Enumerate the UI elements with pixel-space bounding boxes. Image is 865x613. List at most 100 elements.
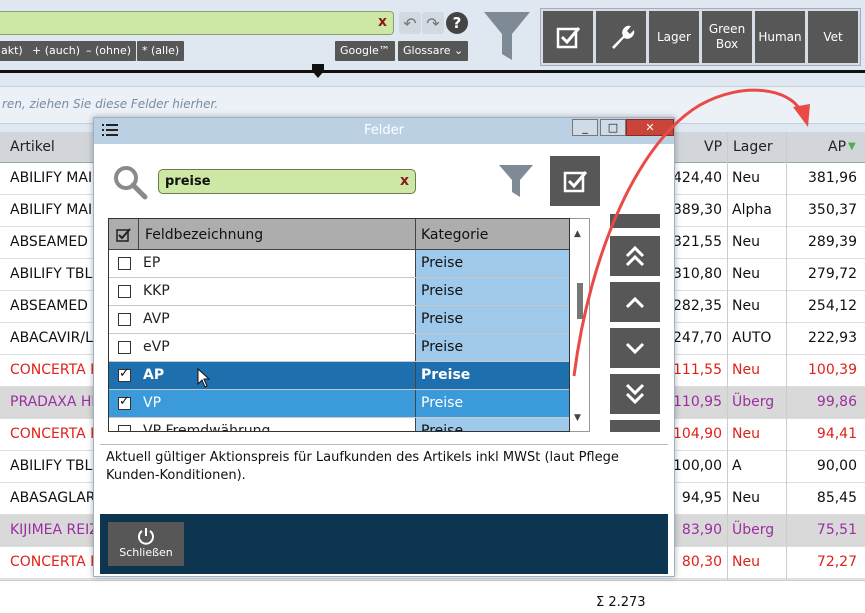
field-list: Feldbezeichnung Kategorie EP Preise KKP Pre… bbox=[108, 218, 570, 432]
move-last-button[interactable] bbox=[610, 374, 660, 414]
field-checkbox[interactable] bbox=[118, 366, 131, 382]
clear-search-icon[interactable]: x bbox=[378, 14, 387, 30]
field-description: Aktuell gültiger Aktionspreis für Laufku… bbox=[100, 444, 668, 512]
field-category: Preise bbox=[421, 283, 464, 299]
fields-dialog: Felder _ □ ✕ preise x Feldbezeichnung Ka… bbox=[93, 117, 675, 577]
field-checkbox[interactable] bbox=[118, 394, 131, 410]
list-item[interactable]: AP Preise bbox=[109, 362, 569, 390]
scroll-up-icon[interactable]: ▲ bbox=[574, 229, 581, 239]
field-checkbox[interactable] bbox=[118, 257, 131, 270]
field-checkbox[interactable] bbox=[118, 341, 131, 354]
field-checkbox[interactable] bbox=[118, 425, 131, 431]
close-icon[interactable]: ✕ bbox=[626, 119, 674, 136]
redo-icon[interactable]: ↷ bbox=[422, 12, 444, 34]
field-search-input[interactable]: preise x bbox=[158, 169, 416, 194]
double-chevron-up-icon bbox=[625, 245, 645, 267]
cell-lager: AUTO bbox=[732, 330, 772, 346]
glossare-button[interactable]: Glossare ⌄ bbox=[398, 41, 469, 61]
dialog-titlebar[interactable]: Felder _ □ ✕ bbox=[94, 118, 674, 144]
column-divider bbox=[727, 132, 728, 580]
move-top-button[interactable] bbox=[610, 214, 660, 228]
checkbox-icon bbox=[556, 27, 581, 49]
slider-thumb[interactable] bbox=[312, 64, 324, 78]
list-item[interactable]: EP Preise bbox=[109, 250, 569, 278]
field-checkbox[interactable] bbox=[118, 285, 131, 298]
cell-ap: 85,45 bbox=[816, 490, 857, 506]
green-box-button[interactable]: Green Box bbox=[702, 11, 752, 63]
field-category-cell: Preise bbox=[415, 250, 569, 277]
cell-artikel: CONCERTA RE bbox=[10, 554, 98, 570]
mouse-cursor-icon bbox=[197, 368, 211, 388]
chip-aktuell[interactable]: akt) bbox=[0, 41, 28, 61]
move-bottom-button[interactable] bbox=[610, 420, 660, 432]
field-checkbox[interactable] bbox=[118, 313, 131, 326]
cell-vp: 100,00 bbox=[673, 458, 722, 474]
column-header-kategorie[interactable]: Kategorie bbox=[421, 227, 488, 243]
list-item[interactable]: VP Preise bbox=[109, 390, 569, 418]
undo-icon[interactable]: ↶ bbox=[399, 12, 421, 34]
select-all-button[interactable] bbox=[550, 156, 600, 206]
maximize-icon[interactable]: □ bbox=[600, 119, 626, 136]
main-search-input[interactable]: x bbox=[0, 11, 394, 35]
chip-auch[interactable]: + (auch) bbox=[27, 41, 86, 61]
cell-vp: 247,70 bbox=[673, 330, 722, 346]
chip-alle[interactable]: * (alle) bbox=[137, 41, 185, 61]
cell-artikel: CONCERTA RE bbox=[10, 426, 98, 442]
column-header-vp[interactable]: VP bbox=[704, 139, 722, 155]
list-item[interactable]: AVP Preise bbox=[109, 306, 569, 334]
filter-funnel-icon[interactable] bbox=[498, 164, 534, 198]
cell-ap: 222,93 bbox=[808, 330, 857, 346]
list-item[interactable]: KKP Preise bbox=[109, 278, 569, 306]
chevron-down-icon bbox=[625, 342, 645, 355]
move-up-button[interactable] bbox=[610, 282, 660, 322]
chip-ohne[interactable]: – (ohne) bbox=[81, 41, 137, 61]
field-category: Preise bbox=[421, 423, 464, 432]
check-all-button[interactable] bbox=[543, 11, 593, 63]
cell-vp: 111,55 bbox=[673, 362, 722, 378]
cell-artikel: CONCERTA RE bbox=[10, 362, 98, 378]
field-name: VP Fremdwährung bbox=[143, 423, 271, 432]
list-item[interactable]: eVP Preise bbox=[109, 334, 569, 362]
filter-funnel-icon[interactable] bbox=[482, 10, 532, 62]
power-icon bbox=[138, 528, 154, 545]
field-list-scrollbar[interactable]: ▲ ▼ bbox=[570, 218, 590, 432]
tools-button[interactable] bbox=[596, 11, 646, 63]
clear-field-search-icon[interactable]: x bbox=[400, 173, 409, 189]
cell-lager: Neu bbox=[732, 490, 760, 506]
field-category: Preise bbox=[421, 255, 464, 271]
close-button[interactable]: Schließen bbox=[108, 522, 184, 566]
cell-vp: 94,95 bbox=[681, 490, 722, 506]
list-item[interactable]: VP Fremdwährung Preise bbox=[109, 418, 569, 432]
slider-track[interactable] bbox=[0, 70, 865, 73]
column-header-ap[interactable]: AP bbox=[828, 139, 846, 155]
move-down-button[interactable] bbox=[610, 328, 660, 368]
sum-label: Σ 2.273 bbox=[596, 595, 646, 610]
google-button[interactable]: Google™ bbox=[335, 41, 395, 61]
cell-ap: 289,39 bbox=[808, 234, 857, 250]
header-checkbox[interactable] bbox=[109, 219, 139, 250]
cell-lager: A bbox=[732, 458, 742, 474]
cell-artikel: ABILIFY TBL bbox=[10, 458, 93, 474]
scroll-down-icon[interactable]: ▼ bbox=[574, 413, 581, 423]
field-name: AP bbox=[143, 367, 165, 383]
human-button[interactable]: Human bbox=[755, 11, 805, 63]
column-header-lager[interactable]: Lager bbox=[733, 139, 773, 155]
field-name: eVP bbox=[143, 339, 170, 355]
minimize-icon[interactable]: _ bbox=[572, 119, 598, 136]
field-category-cell: Preise bbox=[415, 418, 569, 432]
cell-vp: 282,35 bbox=[673, 298, 722, 314]
column-divider bbox=[415, 219, 416, 250]
grid-footer: Σ 2.273 bbox=[0, 580, 865, 613]
field-description-text: Aktuell gültiger Aktionspreis für Laufku… bbox=[106, 450, 619, 483]
cell-ap: 99,86 bbox=[816, 394, 857, 410]
lager-button[interactable]: Lager bbox=[649, 11, 699, 63]
field-category: Preise bbox=[421, 311, 464, 327]
move-first-button[interactable] bbox=[610, 236, 660, 276]
cell-ap: 350,37 bbox=[808, 202, 857, 218]
help-icon[interactable]: ? bbox=[446, 12, 468, 34]
cell-vp: 389,30 bbox=[673, 202, 722, 218]
column-header-feldbezeichnung[interactable]: Feldbezeichnung bbox=[145, 227, 263, 243]
scrollbar-thumb[interactable] bbox=[577, 283, 583, 319]
vet-button[interactable]: Vet bbox=[808, 11, 858, 63]
column-header-artikel[interactable]: Artikel bbox=[10, 139, 55, 155]
